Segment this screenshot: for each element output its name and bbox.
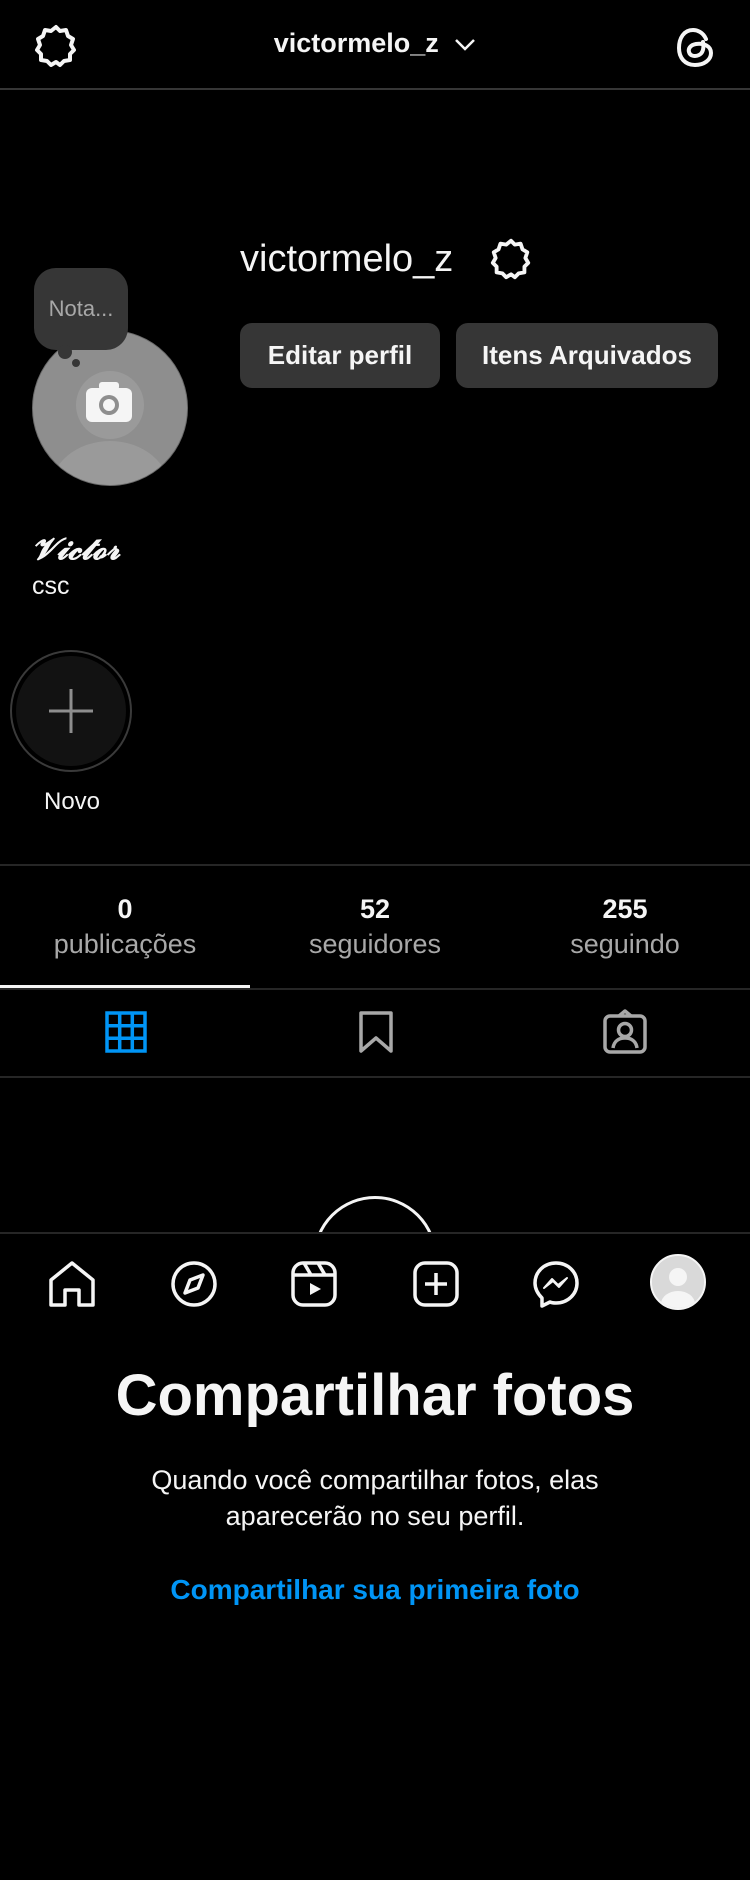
following-count: 255 <box>602 894 648 924</box>
stats-bar: 0 publicações 52 seguidores 255 seguindo <box>0 864 750 990</box>
following-label: seguindo <box>570 929 680 959</box>
tagged-icon[interactable] <box>601 1008 649 1056</box>
empty-state-text: Quando você compartilhar fotos, elas apa… <box>151 1465 599 1531</box>
bottom-navigation <box>0 1232 750 1338</box>
messenger-icon[interactable] <box>530 1258 582 1310</box>
posts-stat[interactable]: 0 publicações <box>0 894 250 960</box>
note-bubble[interactable]: Nota... <box>34 268 128 350</box>
share-first-photo-link[interactable]: Compartilhar sua primeira foto <box>0 1574 750 1606</box>
new-post-icon[interactable] <box>410 1258 462 1310</box>
profile-username: victormelo_z <box>240 238 454 280</box>
camera-icon <box>74 368 144 436</box>
new-highlight-button[interactable] <box>16 656 126 766</box>
bio: csc <box>32 572 70 600</box>
display-name: 𝓥𝓲𝓬𝓽𝓸𝓻 <box>32 532 121 567</box>
new-highlight-label: Novo <box>43 788 101 815</box>
bookmark-icon[interactable] <box>352 1008 400 1056</box>
following-stat[interactable]: 255 seguindo <box>500 894 750 960</box>
empty-state-title: Compartilhar fotos <box>115 1363 635 1428</box>
explore-icon[interactable] <box>168 1258 220 1310</box>
reels-icon[interactable] <box>288 1258 340 1310</box>
note-bubble-tail-small <box>72 359 80 367</box>
posts-count: 0 <box>117 894 133 924</box>
chevron-down-icon <box>454 38 476 52</box>
archived-items-button[interactable]: Itens Arquivados <box>456 323 718 388</box>
header-username: victormelo_z <box>273 28 439 58</box>
home-icon[interactable] <box>46 1258 98 1310</box>
edit-profile-button[interactable]: Editar perfil <box>240 323 440 388</box>
content-tabs <box>0 988 750 1078</box>
followers-stat[interactable]: 52 seguidores <box>250 894 500 960</box>
note-placeholder: Nota... <box>48 296 114 321</box>
followers-count: 52 <box>359 894 391 924</box>
threads-icon[interactable] <box>672 22 720 72</box>
followers-label: seguidores <box>308 929 442 959</box>
plus-icon <box>45 685 97 737</box>
note-bubble-tail <box>58 345 72 359</box>
posts-label: publicações <box>53 929 197 959</box>
grid-icon[interactable] <box>102 1008 150 1056</box>
account-switcher[interactable]: victormelo_z <box>0 28 750 59</box>
settings-icon[interactable] <box>488 236 534 282</box>
profile-avatar[interactable] <box>650 1254 706 1310</box>
